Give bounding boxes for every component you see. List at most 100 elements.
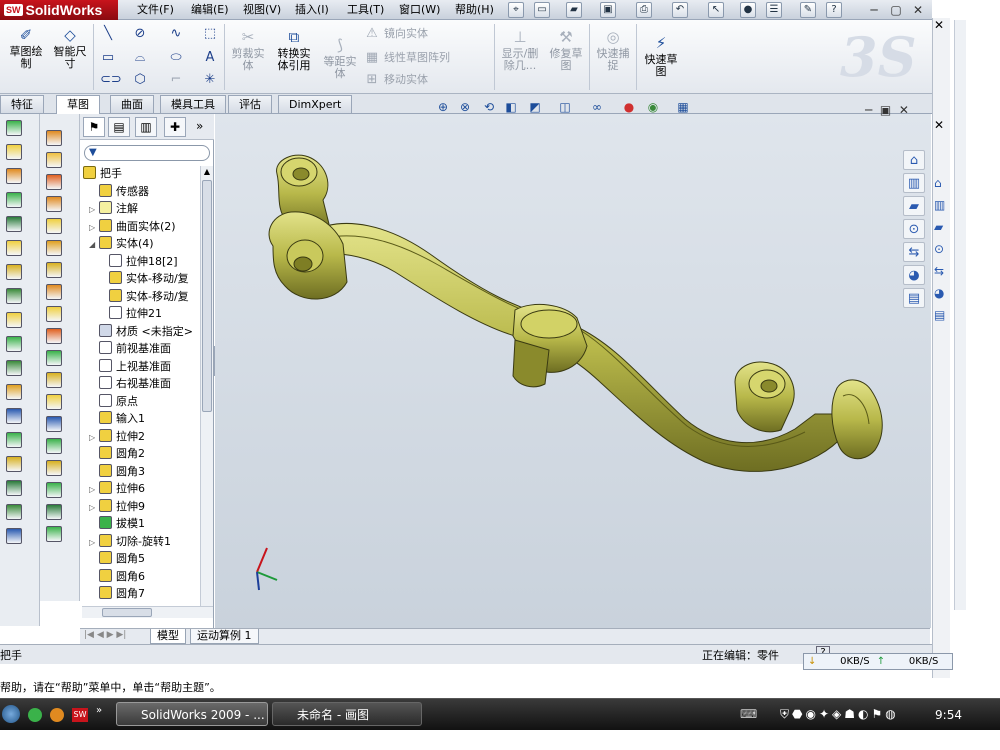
menu-tools[interactable]: 工具(T): [342, 2, 389, 18]
trim-entities-button[interactable]: ✂ 剪裁实 体: [228, 28, 268, 72]
tree-item[interactable]: 材质 <未指定>: [83, 323, 201, 341]
tool-icon[interactable]: [6, 336, 22, 352]
section-view-icon[interactable]: ◧: [504, 100, 518, 114]
tree-expander-icon[interactable]: ▷: [89, 429, 99, 446]
mirror-entities-button[interactable]: 镜向实体: [384, 27, 428, 41]
tab-evaluate[interactable]: 评估: [228, 95, 272, 113]
tree-item[interactable]: ▷ 拉伸9: [83, 498, 201, 516]
arc-icon[interactable]: ⌓: [132, 50, 148, 66]
dotted-rect-icon[interactable]: ⬚: [202, 26, 218, 42]
tool-icon[interactable]: [46, 504, 62, 520]
tool-icon[interactable]: [6, 408, 22, 424]
tree-item[interactable]: 输入1: [83, 410, 201, 428]
tree-item[interactable]: 圆角5: [83, 550, 201, 568]
view-palette-icon[interactable]: ⇆: [903, 242, 925, 262]
tool-icon[interactable]: [46, 482, 62, 498]
tree-expander-icon[interactable]: ▷: [89, 201, 99, 218]
model-graphics[interactable]: [215, 114, 931, 628]
tool-icon[interactable]: [6, 168, 22, 184]
move-entities-button[interactable]: 移动实体: [384, 73, 428, 87]
convert-entities-button[interactable]: ⧉ 转换实 体引用: [272, 28, 316, 72]
tool-icon[interactable]: [46, 196, 62, 212]
previous-view-icon[interactable]: ⟲: [482, 100, 496, 114]
tool-icon[interactable]: [46, 152, 62, 168]
slot-icon[interactable]: ⊂⊃: [100, 72, 122, 88]
linear-pattern-button[interactable]: 线性草图阵列: [384, 51, 450, 65]
tree-item[interactable]: ▷ 曲面实体(2): [83, 218, 201, 236]
tree-item[interactable]: ▷ 拉伸2: [83, 428, 201, 446]
tool-icon[interactable]: [46, 438, 62, 454]
smart-dimension-button[interactable]: ◇ 智能尺 寸: [50, 26, 90, 70]
tool-icon[interactable]: [46, 218, 62, 234]
tab-sketch[interactable]: 草图: [56, 95, 100, 114]
quicklaunch-more-icon[interactable]: »: [96, 705, 102, 716]
tool-icon[interactable]: [46, 372, 62, 388]
viewport-minimize-icon[interactable]: ─: [865, 103, 872, 117]
taskbar-paint[interactable]: 未命名 - 画图: [272, 702, 422, 726]
tree-scroll-thumb[interactable]: [202, 180, 212, 412]
tree-item[interactable]: 圆角7: [83, 585, 201, 603]
sketch-button[interactable]: ✐ 草图绘 制: [6, 26, 46, 70]
tree-item[interactable]: 右视基准面: [83, 375, 201, 393]
tree-item[interactable]: ▷ 切除-旋转1: [83, 533, 201, 551]
tool-icon[interactable]: [46, 130, 62, 146]
view-settings-icon[interactable]: ▦: [676, 100, 690, 114]
view-orientation-icon[interactable]: ◩: [528, 100, 542, 114]
tool-icon[interactable]: [46, 526, 62, 542]
tree-item[interactable]: 拉伸18[2]: [83, 253, 201, 271]
new-document-icon[interactable]: ▭: [534, 2, 550, 18]
hide-show-items-icon[interactable]: ∞: [590, 100, 604, 114]
background-close-icon[interactable]: ✕: [934, 18, 944, 32]
viewport-restore-icon[interactable]: ▣: [880, 103, 891, 117]
taskbar-solidworks[interactable]: SolidWorks 2009 - ...: [116, 702, 268, 726]
tree-expander-icon[interactable]: ▷: [89, 481, 99, 498]
rectangle-icon[interactable]: ▭: [100, 50, 116, 66]
tree-item[interactable]: 拔模1: [83, 515, 201, 533]
menu-edit[interactable]: 编辑(E): [186, 2, 234, 18]
tab-mold-tools[interactable]: 模具工具: [160, 95, 226, 113]
start-orb-icon[interactable]: [2, 705, 20, 723]
minimize-icon[interactable]: ─: [866, 2, 882, 18]
custom-properties-icon[interactable]: ▤: [903, 288, 925, 308]
background-scrollbar[interactable]: [954, 20, 966, 610]
expand-tabs-icon[interactable]: »: [196, 119, 203, 133]
configuration-tab-icon[interactable]: ▥: [135, 117, 157, 137]
tool-icon[interactable]: [46, 350, 62, 366]
customize-icon[interactable]: ✎: [800, 2, 816, 18]
handle-model[interactable]: [268, 154, 883, 472]
appearances-icon[interactable]: ◕: [903, 265, 925, 285]
apply-scene-icon[interactable]: ◉: [646, 100, 660, 114]
tool-icon[interactable]: [6, 312, 22, 328]
tree-item[interactable]: 传感器: [83, 183, 201, 201]
tab-motion-study[interactable]: 运动算例 1: [190, 629, 259, 644]
restore-icon[interactable]: ▢: [888, 2, 904, 18]
tool-icon[interactable]: [46, 306, 62, 322]
tool-icon[interactable]: [6, 288, 22, 304]
tool-icon[interactable]: [6, 240, 22, 256]
home-icon[interactable]: ⌂: [903, 150, 925, 170]
design-library-icon[interactable]: ▥: [903, 173, 925, 193]
undo-icon[interactable]: ↶: [672, 2, 688, 18]
edit-appearance-icon[interactable]: ●: [622, 100, 636, 114]
quick-snaps-button[interactable]: ◎ 快速捕 捉: [593, 28, 633, 72]
zoom-to-fit-icon[interactable]: ⊕: [436, 100, 450, 114]
menu-view[interactable]: 视图(V): [238, 2, 286, 18]
tool-icon[interactable]: [6, 432, 22, 448]
rapid-sketch-button[interactable]: ⚡ 快速草 图: [640, 34, 682, 78]
tool-icon[interactable]: [6, 456, 22, 472]
ellipse-icon[interactable]: ⬭: [168, 50, 184, 66]
tab-dimxpert[interactable]: DimXpert: [278, 95, 353, 113]
tool-icon[interactable]: [46, 460, 62, 476]
background-close-icon-2[interactable]: ✕: [934, 118, 944, 132]
tool-icon[interactable]: [46, 174, 62, 190]
tree-filter-input[interactable]: ▼: [84, 145, 210, 161]
tree-item[interactable]: 圆角6: [83, 568, 201, 586]
graphics-area[interactable]: ─ ▣ ✕: [215, 103, 931, 628]
tool-icon[interactable]: [46, 416, 62, 432]
file-explorer-icon[interactable]: ▰: [903, 196, 925, 216]
tool-icon[interactable]: [6, 528, 22, 544]
zoom-area-icon[interactable]: ⊗: [458, 100, 472, 114]
fillet-sketch-icon[interactable]: ⌐: [168, 72, 184, 88]
line-icon[interactable]: ╲: [100, 26, 116, 42]
tree-item[interactable]: 原点: [83, 393, 201, 411]
